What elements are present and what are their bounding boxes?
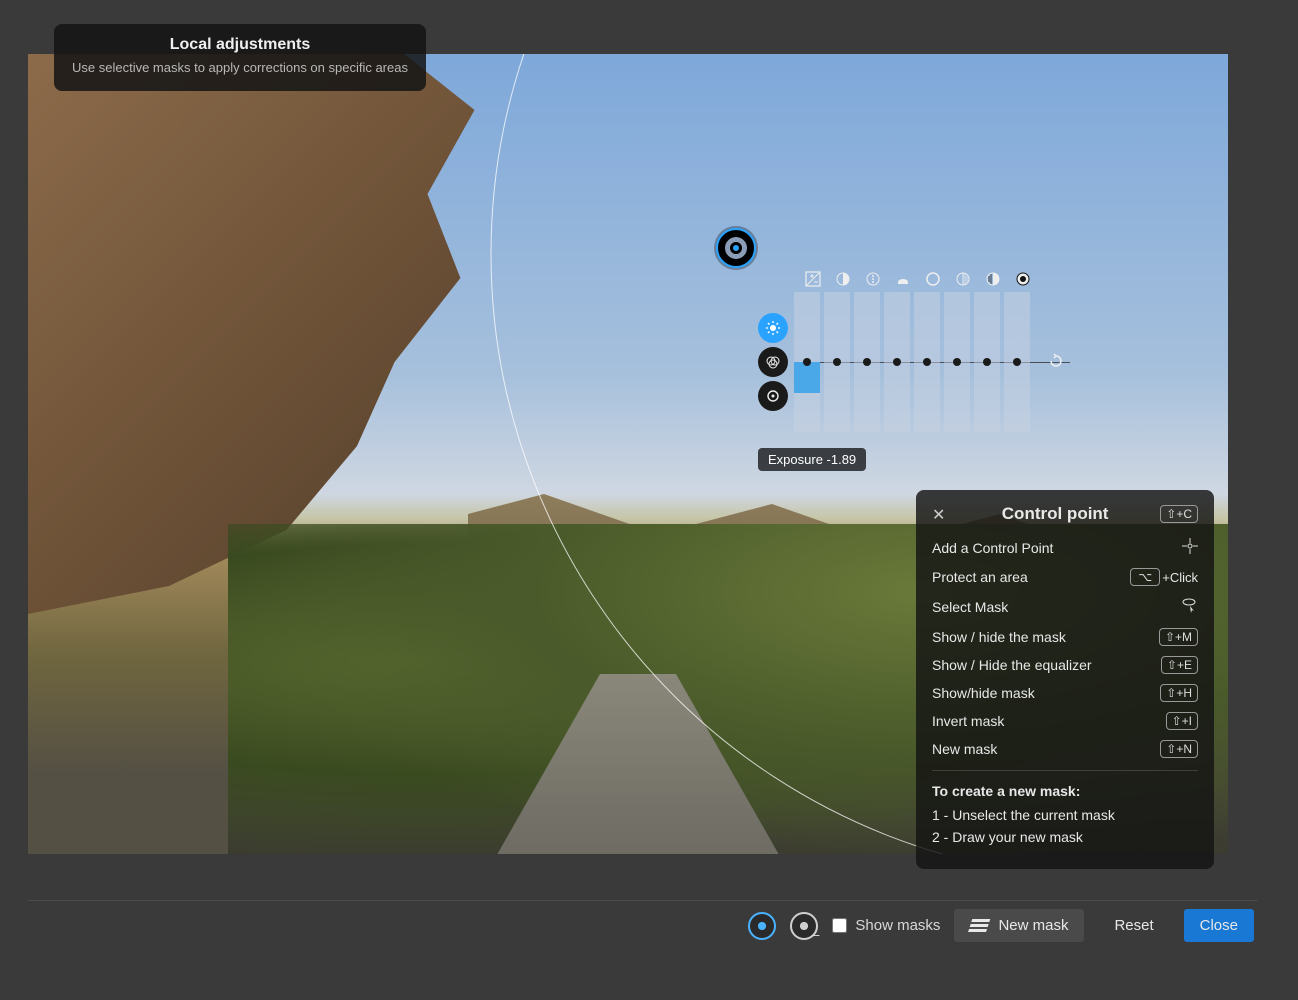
equalizer-sliders (794, 292, 1030, 432)
new-mask-label: New mask (998, 917, 1068, 934)
help-panel-title: Control point (950, 504, 1160, 524)
help-instructions-title: To create a new mask: (932, 783, 1198, 799)
help-row-invert-mask: Invert mask ⇧+I (932, 712, 1198, 730)
local-adjustments-tooltip: Local adjustments Use selective masks to… (54, 24, 426, 91)
target-icon (1182, 538, 1198, 558)
equalizer-slider-exposure[interactable] (794, 292, 820, 432)
help-title-shortcut: ⇧+C (1160, 505, 1198, 523)
equalizer-readout: Exposure -1.89 (758, 448, 866, 471)
layers-icon (968, 919, 991, 933)
equalizer-slider-contrast[interactable] (824, 292, 850, 432)
equalizer-slider-microcontrast[interactable] (854, 292, 880, 432)
help-separator (932, 770, 1198, 771)
shadows-icon (984, 270, 1002, 288)
highlights-icon (924, 270, 942, 288)
equalizer-slider-blacks[interactable] (1004, 292, 1030, 432)
midtones-icon (954, 270, 972, 288)
help-row-select-mask: Select Mask (932, 596, 1198, 618)
exposure-icon (804, 270, 822, 288)
show-masks-label: Show masks (855, 917, 940, 934)
lasso-cursor-icon (1180, 596, 1198, 618)
control-point-help-panel: ✕ Control point ⇧+C Add a Control Point … (916, 490, 1214, 869)
equalizer-slider-midtones[interactable] (944, 292, 970, 432)
blacks-icon (1014, 270, 1032, 288)
clearview-icon (894, 270, 912, 288)
close-icon[interactable]: ✕ (932, 505, 950, 523)
contrast-icon (834, 270, 852, 288)
help-row-show-hide-mask-h: Show/hide mask ⇧+H (932, 684, 1198, 702)
equalizer-slider-shadows[interactable] (974, 292, 1000, 432)
tooltip-title: Local adjustments (72, 36, 408, 54)
equalizer-tab-detail[interactable] (758, 381, 788, 411)
bottom-toolbar: Show masks New mask Reset Close (28, 900, 1258, 950)
equalizer-panel: Exposure -1.89 (758, 270, 1078, 432)
close-button[interactable]: Close (1184, 909, 1254, 942)
close-label: Close (1200, 917, 1238, 934)
equalizer-tabs (758, 313, 788, 411)
control-point-tool-button[interactable] (748, 912, 776, 940)
new-mask-button[interactable]: New mask (954, 909, 1084, 942)
microcontrast-icon (864, 270, 882, 288)
negative-control-point-tool-button[interactable] (790, 912, 818, 940)
control-point-center-icon (730, 242, 742, 254)
equalizer-tab-color[interactable] (758, 347, 788, 377)
equalizer-tab-light[interactable] (758, 313, 788, 343)
help-row-show-hide-mask: Show / hide the mask ⇧+M (932, 628, 1198, 646)
help-row-add-control-point: Add a Control Point (932, 538, 1198, 558)
control-point-marker[interactable] (716, 228, 756, 268)
option-key-icon: ⌥ (1130, 568, 1160, 586)
tooltip-subtitle: Use selective masks to apply corrections… (72, 60, 408, 75)
reset-label: Reset (1114, 917, 1153, 934)
help-instruction-1: 1 - Unselect the current mask (932, 807, 1198, 823)
equalizer-slider-clearview[interactable] (884, 292, 910, 432)
help-row-protect-area: Protect an area ⌥ +Click (932, 568, 1198, 586)
help-row-show-hide-equalizer: Show / Hide the equalizer ⇧+E (932, 656, 1198, 674)
plus-click-text: +Click (1162, 570, 1198, 585)
equalizer-reset-icon[interactable] (1048, 353, 1066, 371)
show-masks-checkbox-input[interactable] (832, 918, 847, 933)
equalizer-header-icons (804, 270, 1078, 288)
equalizer-slider-highlights[interactable] (914, 292, 940, 432)
help-row-new-mask: New mask ⇧+N (932, 740, 1198, 758)
help-shortcut-list: Add a Control Point Protect an area ⌥ +C… (932, 538, 1198, 758)
help-instruction-2: 2 - Draw your new mask (932, 829, 1198, 845)
reset-button[interactable]: Reset (1098, 909, 1169, 942)
show-masks-checkbox[interactable]: Show masks (832, 917, 940, 934)
